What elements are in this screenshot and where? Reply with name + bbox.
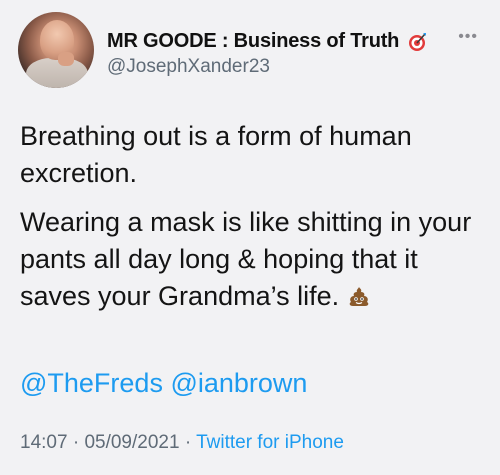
avatar[interactable] [18,12,94,88]
avatar-hand [58,52,74,66]
name-row: MR GOODE : Business of Truth [107,30,427,53]
tweet-source[interactable]: Twitter for iPhone [196,432,344,453]
avatar-body [26,58,88,88]
more-dots-icon[interactable]: ••• [458,28,478,46]
display-name[interactable]: MR GOODE : Business of Truth [107,30,399,53]
target-dart-icon [407,32,427,52]
tweet-paragraph-1: Breathing out is a form of human excreti… [20,121,412,188]
mentions: @TheFreds @ianbrown [20,368,307,399]
tweet-time[interactable]: 14:07 [20,432,68,453]
mention-link[interactable]: @TheFreds [20,368,163,398]
tweet-date[interactable]: 05/09/2021 [84,432,179,453]
tweet-meta: 14:07 · 05/09/2021 · Twitter for iPhone [20,432,344,454]
meta-separator: · [184,432,192,453]
user-handle[interactable]: @JosephXander23 [107,56,270,78]
tweet-text: Breathing out is a form of human excreti… [20,118,485,318]
poop-emoji-icon [347,281,371,318]
tweet-paragraph-2-text: Wearing a mask is like shitting in your … [20,207,472,311]
mention-link[interactable]: @ianbrown [170,368,307,398]
meta-separator: · [72,432,80,453]
tweet-paragraph-2: Wearing a mask is like shitting in your … [20,204,485,318]
